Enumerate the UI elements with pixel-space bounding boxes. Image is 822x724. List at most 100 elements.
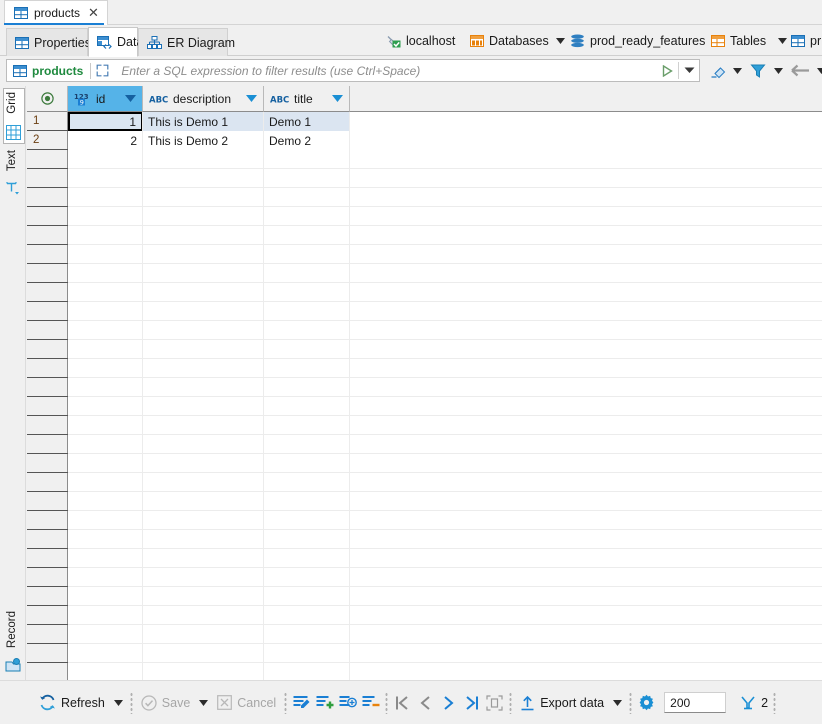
delete-row-icon[interactable]	[359, 688, 382, 718]
save-caret[interactable]	[195, 688, 212, 718]
rail-tab-grid-label[interactable]: Grid	[6, 92, 18, 114]
filter-icon[interactable]	[747, 63, 769, 79]
cell-id-row2[interactable]: 2	[68, 131, 143, 150]
row-number-empty[interactable]	[27, 378, 68, 397]
add-row-icon[interactable]	[313, 688, 336, 718]
row-number-empty[interactable]	[27, 492, 68, 511]
breadcrumb-item-localhost[interactable]: localhost	[386, 25, 455, 56]
duplicate-row-icon[interactable]	[336, 688, 359, 718]
eraser-icon[interactable]	[706, 62, 728, 79]
previous-row-icon[interactable]	[414, 688, 437, 718]
gear-icon[interactable]	[635, 688, 658, 718]
text-icon[interactable]	[6, 181, 20, 196]
tab-properties[interactable]: Properties	[6, 28, 91, 56]
rail-tab-text-label[interactable]: Text	[6, 150, 18, 171]
tab-er-diagram[interactable]: ER Diagram	[138, 28, 235, 56]
row-number-empty[interactable]	[27, 416, 68, 435]
breadcrumb-item-tables[interactable]: Tables	[711, 25, 766, 56]
chevron-down-icon[interactable]	[331, 95, 344, 102]
chevron-down-icon[interactable]	[679, 67, 699, 74]
breadcrumb-item-databases[interactable]: Databases	[470, 25, 549, 56]
row-number-empty[interactable]	[27, 435, 68, 454]
results-grid[interactable]: 123 9 id ABC description ABC title 1 1 T…	[27, 86, 822, 680]
cell-id-row1[interactable]: 1	[68, 112, 143, 131]
row-number-empty[interactable]	[27, 530, 68, 549]
row-divider	[68, 301, 822, 302]
breadcrumb-item-table[interactable]: pr	[791, 25, 821, 56]
refresh-button[interactable]: Refresh	[34, 688, 110, 718]
play-icon[interactable]	[656, 64, 678, 77]
rail-tab-record-label[interactable]: Record	[6, 611, 18, 648]
properties-icon	[15, 36, 29, 49]
grid-header-filler	[350, 86, 822, 112]
row-number-empty[interactable]	[27, 511, 68, 530]
filter-table-badge: products	[7, 64, 90, 78]
breadcrumb-item-database[interactable]: prod_ready_features	[570, 25, 705, 56]
row-number-empty[interactable]	[27, 473, 68, 492]
last-row-icon[interactable]	[460, 688, 483, 718]
chevron-down-icon[interactable]	[771, 67, 786, 74]
breadcrumb-tables-caret[interactable]	[775, 25, 789, 56]
row-number[interactable]: 2	[27, 131, 68, 150]
next-row-icon[interactable]	[437, 688, 460, 718]
tab-data[interactable]: Data	[88, 27, 143, 57]
row-number-empty[interactable]	[27, 340, 68, 359]
row-number-empty[interactable]	[27, 549, 68, 568]
expand-icon[interactable]	[91, 64, 112, 77]
row-number-empty[interactable]	[27, 587, 68, 606]
edit-row-icon[interactable]	[290, 688, 313, 718]
dbeaver-window: products ✕ Properties Data ER Diagram lo…	[0, 0, 822, 724]
export-data-button[interactable]: Export data	[515, 688, 609, 718]
column-header-description[interactable]: ABC description	[143, 86, 264, 112]
cell-title-row1[interactable]: Demo 1	[264, 112, 350, 131]
chevron-down-icon[interactable]	[814, 67, 822, 74]
row-number-empty[interactable]	[27, 245, 68, 264]
column-header-id-label: id	[96, 91, 106, 106]
cell-description-row1[interactable]: This is Demo 1	[143, 112, 264, 131]
save-button[interactable]: Save	[136, 688, 196, 718]
row-divider	[68, 187, 822, 188]
fetch-all-icon[interactable]	[483, 688, 506, 718]
row-number-empty[interactable]	[27, 397, 68, 416]
cancel-button[interactable]: Cancel	[212, 688, 281, 718]
editor-tab-products[interactable]: products ✕	[4, 0, 108, 25]
back-arrow-icon[interactable]	[788, 64, 812, 77]
filter-input-container[interactable]: products Enter a SQL expression to filte…	[6, 59, 700, 82]
column-header-title[interactable]: ABC title	[264, 86, 350, 112]
column-header-id[interactable]: 123 9 id	[68, 86, 143, 112]
refresh-caret[interactable]	[110, 688, 127, 718]
chevron-down-icon[interactable]	[245, 95, 258, 102]
row-number-empty[interactable]	[27, 321, 68, 340]
cell-description-row2[interactable]: This is Demo 2	[143, 131, 264, 150]
breadcrumb-databases-caret[interactable]	[553, 25, 567, 56]
row-number-empty[interactable]	[27, 226, 68, 245]
chevron-down-icon[interactable]	[124, 95, 137, 102]
toolbar-separator	[629, 691, 633, 714]
row-number-empty[interactable]	[27, 454, 68, 473]
fetch-size-input[interactable]: 200	[664, 692, 727, 713]
row-number-empty[interactable]	[27, 188, 68, 207]
chevron-down-icon[interactable]	[730, 67, 745, 74]
row-number-empty[interactable]	[27, 663, 68, 680]
row-number-empty[interactable]	[27, 169, 68, 188]
row-number-empty[interactable]	[27, 606, 68, 625]
row-number-empty[interactable]	[27, 644, 68, 663]
row-number-empty[interactable]	[27, 264, 68, 283]
close-icon[interactable]: ✕	[88, 7, 99, 20]
cell-title-row2[interactable]: Demo 2	[264, 131, 350, 150]
select-all-icon[interactable]	[27, 86, 68, 112]
export-caret[interactable]	[609, 688, 626, 718]
first-row-icon[interactable]	[391, 688, 414, 718]
filter-sql-input[interactable]: Enter a SQL expression to filter results…	[112, 64, 656, 78]
row-number-empty[interactable]	[27, 207, 68, 226]
row-number-empty[interactable]	[27, 283, 68, 302]
row-number-empty[interactable]	[27, 568, 68, 587]
grid-icon[interactable]	[6, 125, 21, 140]
row-number-empty[interactable]	[27, 625, 68, 644]
row-divider	[68, 605, 822, 606]
record-icon[interactable]	[5, 658, 21, 673]
row-number[interactable]: 1	[27, 112, 68, 131]
row-number-empty[interactable]	[27, 150, 68, 169]
row-number-empty[interactable]	[27, 359, 68, 378]
row-number-empty[interactable]	[27, 302, 68, 321]
